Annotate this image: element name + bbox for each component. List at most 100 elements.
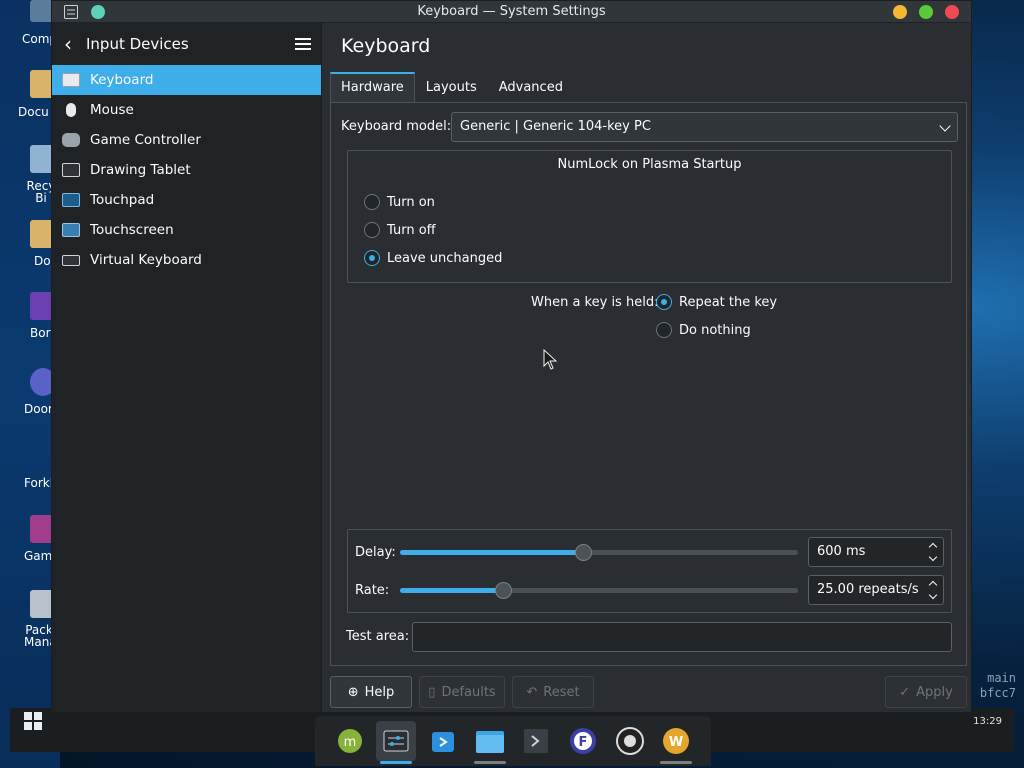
active-indicator [380,761,413,764]
repeat-settings-group: Delay: 600 ms Rate: 25.00 repeats/s [347,529,952,613]
help-button[interactable]: ⊕ Help [330,676,412,708]
sidebar-title: Input Devices [86,35,189,53]
hamburger-menu-icon[interactable] [295,38,311,50]
mint-menu-icon[interactable]: m [330,721,370,761]
numlock-turn-on-radio[interactable]: Turn on [364,194,435,210]
tab-bar: Hardware Layouts Advanced [330,72,574,102]
tab-layouts[interactable]: Layouts [415,72,488,102]
keyboard-icon [62,73,80,87]
keyboard-model-dropdown[interactable]: Generic | Generic 104-key PC [451,112,958,142]
sidebar-item-label: Touchpad [90,192,155,208]
keyboard-model-label: Keyboard model: [341,119,452,134]
radio-label: Repeat the key [679,294,778,310]
spin-arrows-icon[interactable] [927,579,939,601]
file-manager-icon[interactable] [470,721,510,764]
window-title: Keyboard — System Settings [417,4,606,19]
sidebar-item-virtual-keyboard[interactable]: Virtual Keyboard [52,245,321,275]
sidebar-item-mouse[interactable]: Mouse [52,95,321,125]
numlock-group: NumLock on Plasma Startup Turn on Turn o… [347,150,952,283]
rate-slider-handle[interactable] [495,582,513,599]
sidebar-item-label: Mouse [90,102,134,118]
radio-circle [656,294,672,310]
desktop-icon-label: Bor [30,326,51,340]
fedora-media-writer-icon[interactable]: F [563,721,603,761]
winery-icon[interactable]: W [656,721,696,764]
svg-text:m: m [343,735,356,750]
desktop-icon-label: Docu [18,105,49,119]
svg-text:F: F [578,735,587,750]
delay-slider-fill [400,550,584,555]
windows-start-icon[interactable] [24,712,42,730]
desktop-icon-label: Forkl [24,476,54,490]
desktop-icon-label: Do [34,254,51,268]
sidebar-item-label: Drawing Tablet [90,162,191,178]
rate-spinbox[interactable]: 25.00 repeats/s [808,575,944,605]
rate-slider-fill [400,588,504,593]
spin-arrows-icon[interactable] [927,541,939,563]
radio-circle [656,322,672,338]
minimize-button[interactable] [893,5,907,19]
test-area-label: Test area: [346,629,410,644]
svg-text:W: W [669,735,683,750]
delay-value: 600 ms [817,544,866,559]
sidebar-header: ‹ Input Devices [52,23,321,65]
delay-spinbox[interactable]: 600 ms [808,537,944,567]
close-button[interactable] [945,5,959,19]
running-indicator [473,761,506,764]
reset-button-label: Reset [543,684,580,700]
page-title: Keyboard [341,35,431,57]
sidebar-item-touchpad[interactable]: Touchpad [52,185,321,215]
tab-advanced[interactable]: Advanced [488,72,574,102]
sidebar-item-drawing-tablet[interactable]: Drawing Tablet [52,155,321,185]
sidebar: ‹ Input Devices Keyboard Mouse Game Cont… [52,23,322,712]
defaults-button[interactable]: ▯ Defaults [419,676,505,708]
content-area: Keyboard Hardware Layouts Advanced Keybo… [323,23,971,712]
tab-hardware[interactable]: Hardware [330,72,415,102]
numlock-turn-off-radio[interactable]: Turn off [364,222,436,238]
radio-label: Leave unchanged [387,250,503,266]
terminal-icon[interactable] [516,721,556,761]
checkmark-icon: ✓ [899,684,911,700]
undo-icon: ↶ [526,684,538,700]
sidebar-item-label: Game Controller [90,132,201,148]
repeat-key-radio[interactable]: Repeat the key [656,294,777,310]
sidebar-item-game-controller[interactable]: Game Controller [52,125,321,155]
desktop-icon-label: Gam [24,549,53,563]
apply-button[interactable]: ✓ Apply [885,676,967,708]
sidebar-item-touchscreen[interactable]: Touchscreen [52,215,321,245]
numlock-leave-unchanged-radio[interactable]: Leave unchanged [364,250,502,266]
delay-slider[interactable] [400,544,798,561]
system-settings-taskbar-icon[interactable] [376,721,417,764]
gamepad-icon [62,133,80,147]
key-held-label: When a key is held: [531,295,659,310]
sidebar-item-keyboard[interactable]: Keyboard [52,65,321,95]
radio-label: Turn on [387,194,435,210]
system-settings-window: Keyboard — System Settings ‹ Input Devic… [51,0,972,713]
delay-label: Delay: [355,545,396,560]
back-arrow-icon[interactable]: ‹ [64,32,78,56]
hardware-tab-panel: Keyboard model: Generic | Generic 104-ke… [330,102,967,666]
do-nothing-radio[interactable]: Do nothing [656,322,751,338]
desktop-icon-label: Pack Mana [24,623,57,649]
test-area-input[interactable] [412,622,952,652]
maximize-button[interactable] [919,5,933,19]
rate-slider[interactable] [400,582,798,599]
tablet-icon [62,163,80,177]
terminal-text: main [987,671,1016,685]
keyboard-model-value: Generic | Generic 104-key PC [460,119,651,134]
radio-label: Turn off [387,222,436,238]
virtual-keyboard-icon [62,254,80,266]
game-app-icon[interactable] [610,721,650,761]
defaults-button-label: Defaults [441,684,496,700]
touchpad-icon [62,193,80,207]
discover-store-icon[interactable] [423,721,463,761]
help-lifebuoy-icon: ⊕ [347,684,359,700]
reset-button[interactable]: ↶ Reset [512,676,594,708]
delay-slider-handle[interactable] [575,544,593,561]
touchscreen-icon [62,223,80,237]
radio-circle [364,222,380,238]
mouse-icon [62,103,80,117]
desktop-icon-label: Door [24,402,53,416]
sidebar-item-label: Touchscreen [90,222,174,238]
clock: 13:29 [973,716,1002,727]
